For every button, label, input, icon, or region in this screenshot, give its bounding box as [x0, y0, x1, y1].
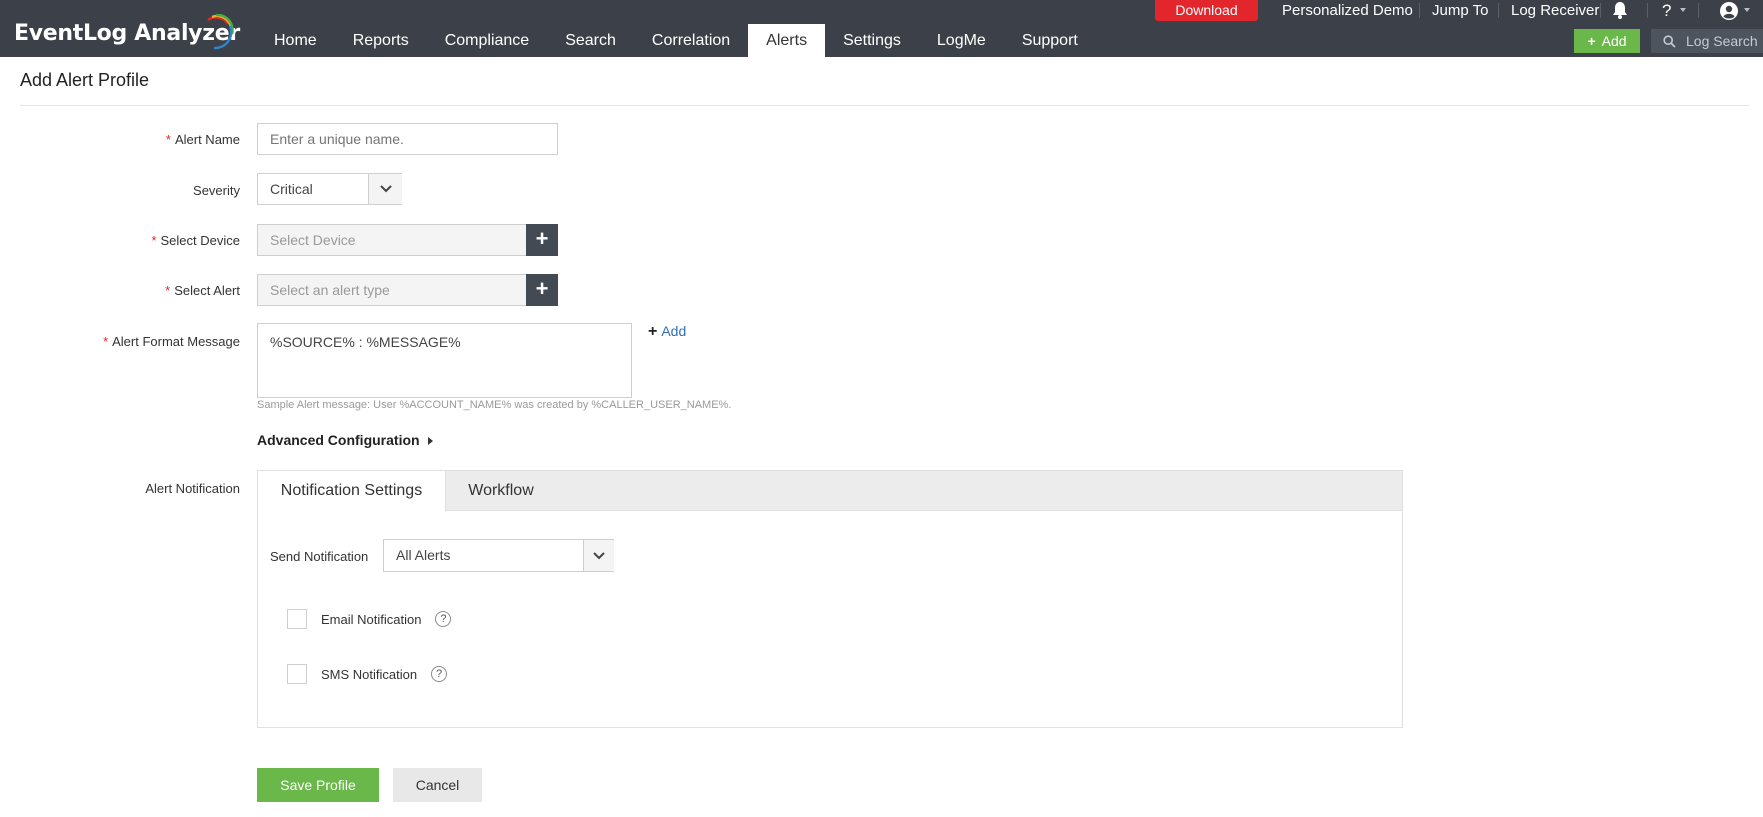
required-marker: *	[151, 233, 157, 248]
nav-support[interactable]: Support	[1004, 24, 1096, 57]
help-icon[interactable]: ?	[431, 666, 448, 682]
select-device-label: * Select Device	[10, 233, 240, 248]
select-device-placeholder: Select Device	[270, 232, 356, 248]
page-title: Add Alert Profile	[20, 70, 150, 90]
nav-home[interactable]: Home	[256, 24, 335, 57]
divider	[1600, 3, 1601, 18]
divider	[1419, 3, 1420, 18]
plus-icon: +	[648, 323, 658, 340]
add-link-label: Add	[661, 323, 687, 339]
send-notification-value: All Alerts	[396, 547, 451, 563]
tab-notification-settings[interactable]: Notification Settings	[258, 471, 446, 512]
alert-format-message-value: %SOURCE% : %MESSAGE%	[270, 334, 461, 350]
select-alert-label: * Select Alert	[10, 283, 240, 298]
alert-name-input[interactable]	[257, 123, 558, 155]
chevron-down-icon[interactable]	[1744, 8, 1750, 12]
personalized-demo-link[interactable]: Personalized Demo	[1282, 0, 1413, 21]
select-alert-label-text: Select Alert	[174, 283, 240, 298]
severity-label: Severity	[193, 183, 240, 198]
email-notification-checkbox[interactable]	[287, 609, 307, 629]
severity-value: Critical	[270, 181, 313, 197]
log-receiver-link[interactable]: Log Receiver	[1511, 0, 1599, 21]
select-alert-input[interactable]: Select an alert type	[257, 274, 527, 306]
main-nav: Home Reports Compliance Search Correlati…	[256, 24, 1096, 57]
required-marker: *	[103, 334, 109, 349]
divider	[1647, 3, 1648, 18]
advanced-configuration-label: Advanced Configuration	[257, 432, 420, 448]
alert-format-message-textarea[interactable]: %SOURCE% : %MESSAGE%	[257, 323, 632, 398]
jump-to-link[interactable]: Jump To	[1432, 0, 1488, 21]
add-message-variable-link[interactable]: + Add	[648, 323, 686, 341]
severity-select[interactable]: Critical	[257, 173, 402, 205]
logo-swoosh-icon	[207, 14, 234, 50]
notification-tabs: Notification Settings Workflow	[258, 471, 1402, 512]
alert-name-label: * Alert Name	[10, 132, 240, 147]
nav-compliance[interactable]: Compliance	[427, 24, 547, 57]
email-notification-row: Email Notification ?	[287, 608, 452, 630]
log-search-placeholder: Log Search	[1686, 33, 1758, 49]
nav-search[interactable]: Search	[547, 24, 634, 57]
divider	[1498, 3, 1499, 18]
bell-icon[interactable]	[1612, 1, 1628, 19]
notification-panel: Notification Settings Workflow Send Noti…	[257, 470, 1403, 728]
alert-format-message-label: * Alert Format Message	[10, 334, 240, 349]
help-icon[interactable]: ?	[435, 611, 452, 627]
add-button[interactable]: + Add	[1574, 29, 1640, 53]
sms-notification-row: SMS Notification ?	[287, 663, 448, 685]
user-icon[interactable]	[1720, 2, 1738, 20]
sample-message-hint: Sample Alert message: User %ACCOUNT_NAME…	[257, 399, 732, 411]
caret-right-icon	[427, 437, 433, 445]
alert-name-label-text: Alert Name	[174, 132, 240, 147]
nav-correlation[interactable]: Correlation	[634, 24, 748, 57]
tab-workflow[interactable]: Workflow	[446, 471, 556, 512]
add-device-button[interactable]: +	[526, 224, 558, 256]
required-marker: *	[165, 283, 171, 298]
plus-icon: +	[1587, 33, 1596, 49]
divider	[20, 105, 1749, 106]
chevron-down-icon[interactable]	[368, 174, 402, 204]
required-marker: *	[165, 132, 171, 147]
top-bar: EventLog Analyzer Home Reports Complianc…	[0, 0, 1763, 57]
nav-alerts[interactable]: Alerts	[748, 24, 826, 57]
sms-notification-checkbox[interactable]	[287, 664, 307, 684]
advanced-configuration-toggle[interactable]: Advanced Configuration	[257, 432, 433, 448]
chevron-down-icon[interactable]	[583, 540, 614, 571]
add-button-label: Add	[1601, 33, 1627, 49]
chevron-down-icon[interactable]	[1680, 8, 1686, 12]
select-device-label-text: Select Device	[160, 233, 240, 248]
divider	[1698, 3, 1699, 18]
cancel-button[interactable]: Cancel	[393, 768, 482, 802]
search-icon	[1663, 35, 1676, 48]
download-button[interactable]: Download	[1155, 0, 1258, 21]
add-alert-type-button[interactable]: +	[526, 274, 558, 306]
alert-notification-label: Alert Notification	[145, 481, 240, 496]
sms-notification-label: SMS Notification	[321, 666, 418, 682]
save-profile-button[interactable]: Save Profile	[257, 768, 379, 802]
nav-logme[interactable]: LogMe	[919, 24, 1004, 57]
email-notification-label: Email Notification	[321, 611, 422, 627]
help-icon[interactable]: ?	[1662, 0, 1671, 21]
send-notification-label: Send Notification	[270, 549, 369, 564]
send-notification-select[interactable]: All Alerts	[383, 539, 614, 572]
alert-format-message-label-text: Alert Format Message	[112, 334, 240, 349]
nav-reports[interactable]: Reports	[335, 24, 427, 57]
log-search-input[interactable]: Log Search	[1651, 29, 1763, 53]
select-alert-placeholder: Select an alert type	[270, 282, 390, 298]
select-device-input[interactable]: Select Device	[257, 224, 527, 256]
nav-settings[interactable]: Settings	[825, 24, 919, 57]
